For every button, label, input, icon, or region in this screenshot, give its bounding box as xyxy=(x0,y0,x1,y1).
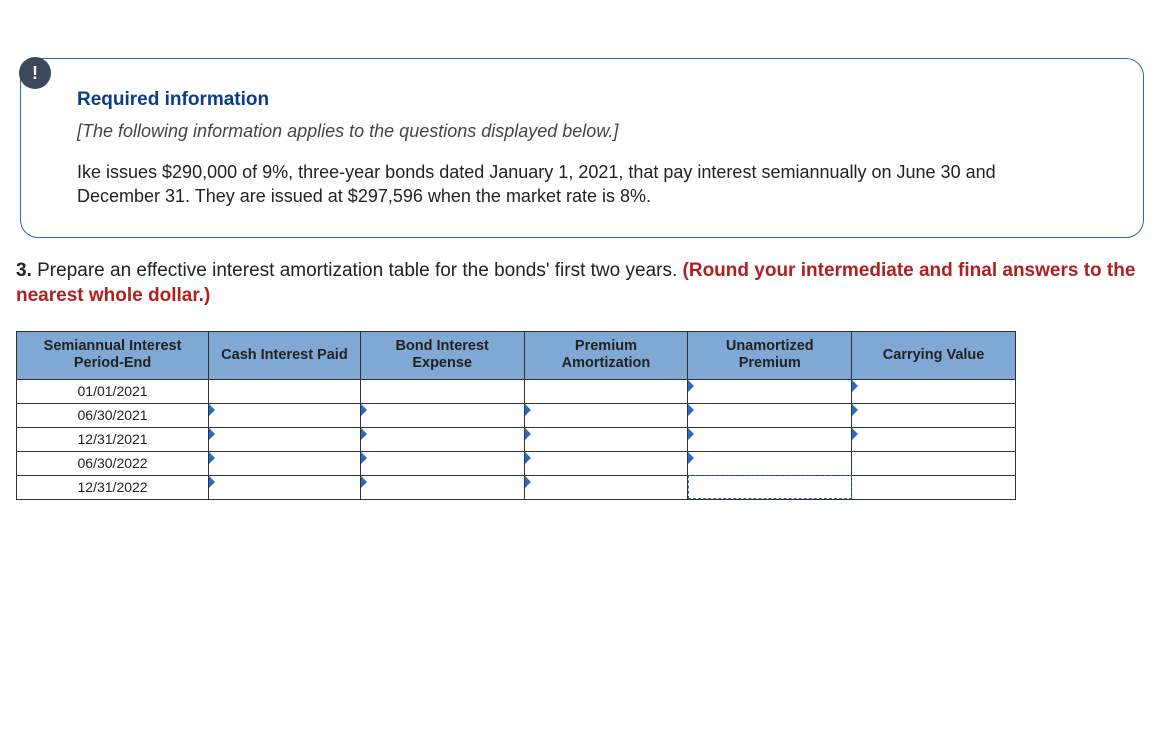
required-info-box: ! Required information [The following in… xyxy=(20,58,1144,238)
input-indicator-icon xyxy=(361,452,367,464)
col-header-carry: Carrying Value xyxy=(852,331,1016,379)
question-number: 3. xyxy=(16,260,32,281)
input-indicator-icon xyxy=(688,404,694,416)
cell-unamort[interactable] xyxy=(688,427,852,451)
col-header-cash: Cash Interest Paid xyxy=(209,331,361,379)
table-row: 12/31/2021 xyxy=(17,427,1016,451)
input-indicator-icon xyxy=(361,476,367,488)
cell-unamort[interactable] xyxy=(688,379,852,403)
period-date: 12/31/2022 xyxy=(17,475,209,499)
cell-unamort-selected[interactable] xyxy=(688,475,852,499)
table-row: 06/30/2021 xyxy=(17,403,1016,427)
input-indicator-icon xyxy=(525,404,531,416)
input-indicator-icon xyxy=(525,476,531,488)
col-header-unamort: Unamortized Premium xyxy=(688,331,852,379)
input-indicator-icon xyxy=(852,404,858,416)
input-indicator-icon xyxy=(525,428,531,440)
cell-expense[interactable] xyxy=(360,427,524,451)
cell-carry[interactable] xyxy=(852,427,1016,451)
input-indicator-icon xyxy=(852,380,858,392)
col-header-expense: Bond Interest Expense xyxy=(360,331,524,379)
period-date: 12/31/2021 xyxy=(17,427,209,451)
cell-cash[interactable] xyxy=(209,475,361,499)
amortization-table-wrap: Semiannual Interest Period-End Cash Inte… xyxy=(16,331,1140,500)
cell-amort[interactable] xyxy=(524,403,688,427)
cell-carry[interactable] xyxy=(852,451,1016,475)
col-header-amort: Premium Amortization xyxy=(524,331,688,379)
cell-expense xyxy=(360,379,524,403)
table-row: 12/31/2022 xyxy=(17,475,1016,499)
cell-amort[interactable] xyxy=(524,475,688,499)
input-indicator-icon xyxy=(361,428,367,440)
col-header-period: Semiannual Interest Period-End xyxy=(17,331,209,379)
input-indicator-icon xyxy=(852,428,858,440)
cell-carry[interactable] xyxy=(852,379,1016,403)
question-text: Prepare an effective interest amortizati… xyxy=(32,260,683,281)
cell-cash xyxy=(209,379,361,403)
period-date: 01/01/2021 xyxy=(17,379,209,403)
table-header-row: Semiannual Interest Period-End Cash Inte… xyxy=(17,331,1016,379)
cell-unamort[interactable] xyxy=(688,403,852,427)
input-indicator-icon xyxy=(688,452,694,464)
intro-text: [The following information applies to th… xyxy=(77,121,1103,142)
input-indicator-icon xyxy=(209,428,215,440)
input-indicator-icon xyxy=(688,428,694,440)
input-indicator-icon xyxy=(209,404,215,416)
problem-text: Ike issues $290,000 of 9%, three-year bo… xyxy=(77,160,1077,209)
input-indicator-icon xyxy=(688,380,694,392)
cell-amort[interactable] xyxy=(524,427,688,451)
period-date: 06/30/2022 xyxy=(17,451,209,475)
input-indicator-icon xyxy=(209,452,215,464)
cell-cash[interactable] xyxy=(209,427,361,451)
cell-amort[interactable] xyxy=(524,451,688,475)
input-indicator-icon xyxy=(525,452,531,464)
cell-expense[interactable] xyxy=(360,403,524,427)
period-date: 06/30/2021 xyxy=(17,403,209,427)
cell-carry[interactable] xyxy=(852,403,1016,427)
question-3: 3. Prepare an effective interest amortiz… xyxy=(16,258,1140,309)
cell-carry[interactable] xyxy=(852,475,1016,499)
cell-expense[interactable] xyxy=(360,475,524,499)
input-indicator-icon xyxy=(209,476,215,488)
input-indicator-icon xyxy=(361,404,367,416)
cell-cash[interactable] xyxy=(209,451,361,475)
required-info-title: Required information xyxy=(77,89,1103,111)
cell-expense[interactable] xyxy=(360,451,524,475)
amortization-table: Semiannual Interest Period-End Cash Inte… xyxy=(16,331,1016,500)
alert-icon: ! xyxy=(19,57,51,89)
cell-amort xyxy=(524,379,688,403)
cell-unamort[interactable] xyxy=(688,451,852,475)
table-row: 06/30/2022 xyxy=(17,451,1016,475)
cell-cash[interactable] xyxy=(209,403,361,427)
table-row: 01/01/2021 xyxy=(17,379,1016,403)
